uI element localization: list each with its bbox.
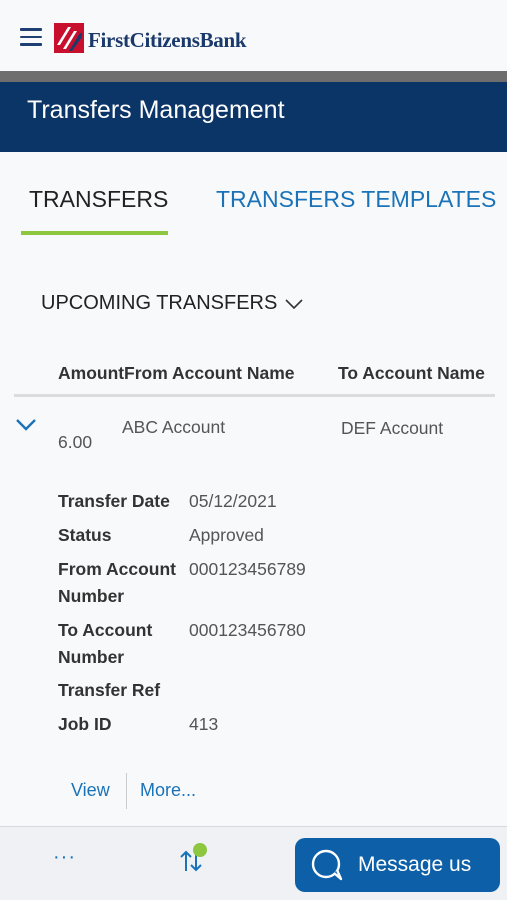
active-tab-indicator (21, 231, 168, 235)
bank-logo[interactable]: FirstCitizensBank (54, 22, 247, 54)
row-from-account: ABC Account (122, 417, 226, 437)
action-separator (126, 773, 127, 809)
detail-value-job-id: 413 (189, 714, 219, 734)
tab-transfers[interactable]: TRANSFERS (29, 186, 168, 213)
dropdown-label: UPCOMING TRANSFERS (41, 292, 278, 314)
view-link[interactable]: View (71, 780, 110, 801)
detail-label-status: Status (58, 525, 112, 545)
column-header-to-account[interactable]: To Account Name (338, 363, 485, 384)
menu-icon[interactable] (20, 28, 42, 48)
detail-label-transfer-ref: Transfer Ref (58, 680, 161, 700)
detail-value-to-account-number: 000123456780 (189, 620, 306, 640)
message-us-button[interactable]: Message us (295, 838, 500, 892)
notification-dot (193, 843, 207, 857)
column-header-from-account[interactable]: From Account Name (124, 363, 295, 384)
page-title: Transfers Management (27, 96, 285, 124)
bank-flag-icon (54, 23, 84, 53)
tab-transfers-templates[interactable]: TRANSFERS TEMPLATES (216, 186, 496, 213)
column-header-amount[interactable]: Amount (58, 363, 124, 384)
more-link[interactable]: More... (140, 780, 196, 801)
message-us-label: Message us (358, 853, 472, 876)
row-amount: 6.00 (58, 432, 93, 452)
chevron-down-icon (285, 298, 303, 309)
table-header-divider (14, 394, 495, 397)
more-options-icon[interactable]: ··· (53, 846, 76, 869)
detail-label-transfer-date: Transfer Date (58, 491, 170, 511)
detail-value-from-account-number: 000123456789 (189, 559, 306, 579)
detail-value-transfer-date: 05/12/2021 (189, 491, 277, 511)
row-collapse-chevron-icon[interactable] (15, 418, 37, 437)
chat-bubble-icon (311, 849, 343, 881)
header-divider (0, 71, 507, 82)
detail-value-status: Approved (189, 525, 264, 545)
upcoming-transfers-dropdown[interactable]: UPCOMING TRANSFERS (41, 292, 303, 315)
detail-label-job-id: Job ID (58, 714, 112, 734)
row-to-account: DEF Account (341, 418, 444, 438)
bank-name: FirstCitizensBank (88, 27, 247, 52)
detail-label-to-account-number: To Account Number (58, 620, 153, 667)
detail-label-from-account-number: From Account Number (58, 559, 176, 606)
